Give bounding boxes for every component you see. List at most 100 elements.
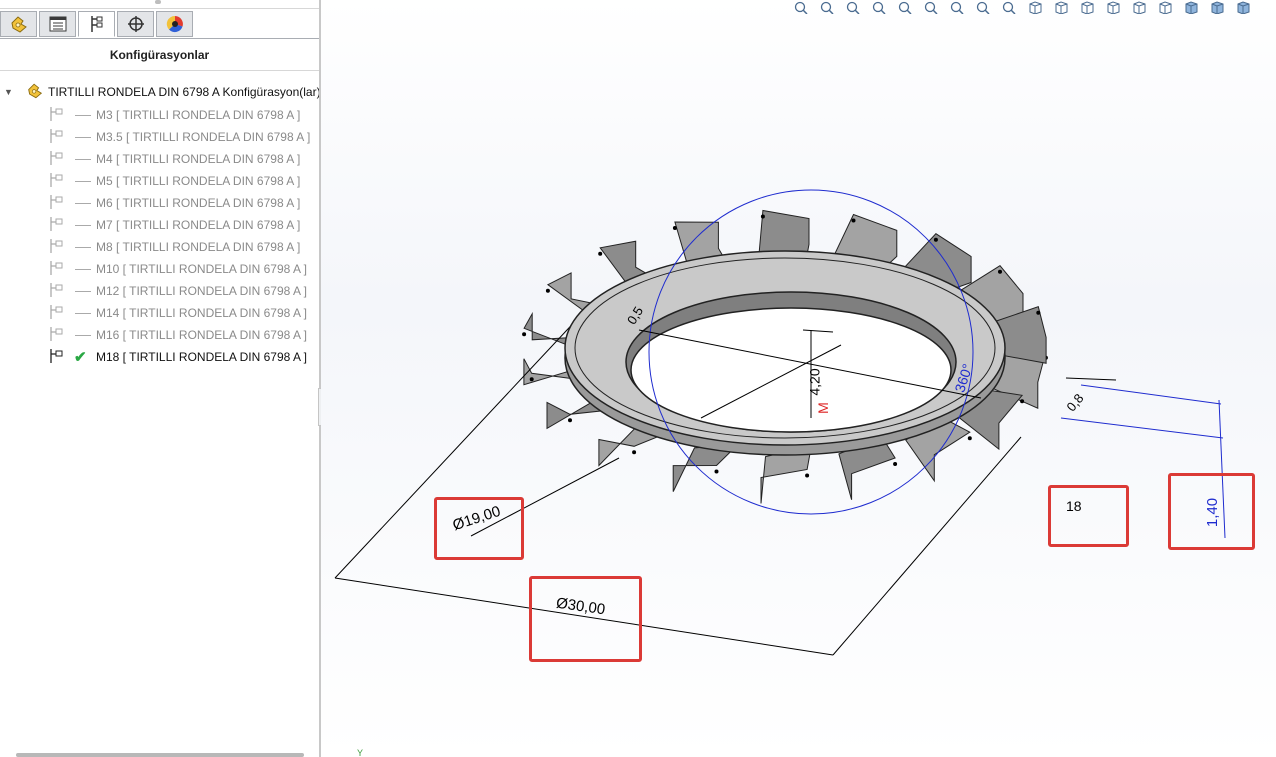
configuration-icon: [49, 128, 65, 146]
sketch-point: [714, 469, 719, 474]
tree-connector: [75, 114, 91, 116]
highlight-inner-diameter: [434, 497, 524, 560]
collapse-arrow-icon[interactable]: ▼: [4, 87, 18, 97]
highlight-outer-diameter: [529, 576, 642, 662]
configuration-icon: [49, 194, 65, 212]
configuration-item-label: M12 [ TIRTILLI RONDELA DIN 6798 A ]: [96, 284, 307, 298]
configuration-root-label: TIRTILLI RONDELA DIN 6798 A Konfigürasyo…: [48, 85, 328, 99]
configuration-item-label: M7 [ TIRTILLI RONDELA DIN 6798 A ]: [96, 218, 301, 232]
configuration-icon: [90, 16, 102, 32]
configuration-item-label: M18 [ TIRTILLI RONDELA DIN 6798 A ]: [96, 350, 307, 364]
configuration-item[interactable]: M5 [ TIRTILLI RONDELA DIN 6798 A ]: [0, 170, 319, 192]
panel-grip[interactable]: [155, 0, 161, 4]
configuration-item-label: M10 [ TIRTILLI RONDELA DIN 6798 A ]: [96, 262, 307, 276]
part-icon: [10, 16, 27, 33]
tab-property-manager[interactable]: [39, 11, 76, 37]
sketch-label: M: [814, 402, 831, 414]
panel-title: Konfigürasyonlar: [109, 48, 210, 62]
inner-bore: [630, 307, 952, 433]
sketch-point: [933, 237, 938, 242]
configuration-item[interactable]: M8 [ TIRTILLI RONDELA DIN 6798 A ]: [0, 236, 319, 258]
active-checkmark-icon: ✔: [74, 349, 87, 366]
sketch-point: [545, 288, 550, 293]
tree-connector: [75, 224, 91, 226]
sketch-point: [760, 214, 765, 219]
panel-top-divider: [0, 8, 319, 9]
side-extension: [1065, 377, 1117, 381]
configuration-item[interactable]: M16 [ TIRTILLI RONDELA DIN 6798 A ]: [0, 324, 319, 346]
tree-connector: [75, 158, 91, 160]
title-divider: [0, 70, 319, 71]
configuration-item[interactable]: M7 [ TIRTILLI RONDELA DIN 6798 A ]: [0, 214, 319, 236]
sketch-point: [672, 226, 677, 230]
tree-connector: [75, 334, 91, 336]
sketch-point: [529, 377, 534, 382]
configuration-item[interactable]: M3 [ TIRTILLI RONDELA DIN 6798 A ]: [0, 104, 319, 126]
configuration-item-label: M14 [ TIRTILLI RONDELA DIN 6798 A ]: [96, 306, 307, 320]
configuration-item-label: M3 [ TIRTILLI RONDELA DIN 6798 A ]: [96, 108, 301, 122]
configuration-item[interactable]: M3.5 [ TIRTILLI RONDELA DIN 6798 A ]: [0, 126, 319, 148]
tree-connector: [75, 290, 91, 292]
sketch-point: [967, 436, 972, 441]
graphics-area[interactable]: Ø19,00 Ø30,00 18 1,40 4,20 360° 0,5 0,8 …: [321, 0, 1276, 757]
tree-connector: [75, 180, 91, 182]
highlight-teeth-count: [1048, 485, 1129, 547]
configuration-icon: [49, 326, 65, 344]
horizontal-scrollbar[interactable]: [16, 753, 304, 757]
sketch-point: [805, 473, 810, 478]
highlight-thickness: [1168, 473, 1255, 550]
configuration-icon: [49, 282, 65, 300]
configuration-list: M3 [ TIRTILLI RONDELA DIN 6798 A ] M3.5 […: [0, 104, 319, 368]
configuration-item[interactable]: M6 [ TIRTILLI RONDELA DIN 6798 A ]: [0, 192, 319, 214]
washer-model[interactable]: [321, 0, 1276, 757]
configuration-item-label: M3.5 [ TIRTILLI RONDELA DIN 6798 A ]: [96, 130, 311, 144]
part-icon: [26, 82, 44, 102]
configuration-icon: [49, 106, 65, 124]
configuration-icon: [49, 216, 65, 234]
configuration-item[interactable]: M14 [ TIRTILLI RONDELA DIN 6798 A ]: [0, 302, 319, 324]
configuration-root-node[interactable]: ▼ TIRTILLI RONDELA DIN 6798 A Konfigüras…: [4, 82, 328, 102]
tab-configuration-manager[interactable]: [78, 11, 115, 37]
sketch-point: [998, 269, 1002, 274]
sketch-point: [598, 251, 603, 256]
configuration-icon: [49, 348, 65, 366]
configuration-icon: [49, 172, 65, 190]
sketch-point: [1020, 399, 1025, 404]
configuration-item-label: M6 [ TIRTILLI RONDELA DIN 6798 A ]: [96, 196, 301, 210]
configuration-icon: [49, 150, 65, 168]
tree-connector: [75, 136, 91, 138]
crosshair-icon: [127, 16, 144, 32]
configuration-item-label: M4 [ TIRTILLI RONDELA DIN 6798 A ]: [96, 152, 301, 166]
sketch-point: [632, 450, 637, 455]
configuration-icon: [49, 260, 65, 278]
tab-feature-manager[interactable]: [0, 11, 37, 37]
thickness-extension-bottom: [1060, 417, 1224, 439]
sketch-point: [522, 332, 527, 337]
sketch-point: [851, 218, 856, 223]
tab-display-manager[interactable]: [156, 11, 193, 37]
sketch-point: [568, 418, 572, 423]
thickness-extension-top: [1080, 384, 1222, 405]
tree-connector: [75, 202, 91, 204]
origin-y-axis-label: Y: [357, 748, 364, 757]
configuration-item-label: M8 [ TIRTILLI RONDELA DIN 6798 A ]: [96, 240, 301, 254]
configuration-item-label: M5 [ TIRTILLI RONDELA DIN 6798 A ]: [96, 174, 301, 188]
tab-strip-border: [0, 38, 319, 39]
configuration-item-label: M16 [ TIRTILLI RONDELA DIN 6798 A ]: [96, 328, 307, 342]
property-list-icon: [49, 16, 66, 32]
tree-connector: [75, 312, 91, 314]
manager-tabs: [0, 11, 193, 39]
configuration-item[interactable]: ✔ M18 [ TIRTILLI RONDELA DIN 6798 A ]: [0, 346, 319, 368]
configuration-item[interactable]: M10 [ TIRTILLI RONDELA DIN 6798 A ]: [0, 258, 319, 280]
configuration-item[interactable]: M4 [ TIRTILLI RONDELA DIN 6798 A ]: [0, 148, 319, 170]
configuration-manager-panel: Konfigürasyonlar ▼ TIRTILLI RONDELA DIN …: [0, 0, 328, 757]
configuration-item[interactable]: M12 [ TIRTILLI RONDELA DIN 6798 A ]: [0, 280, 319, 302]
color-wheel-icon: [166, 15, 183, 33]
configuration-icon: [49, 304, 65, 322]
tree-connector: [75, 246, 91, 248]
center-height-dimension[interactable]: 4,20: [807, 368, 823, 395]
sketch-point: [1036, 310, 1041, 315]
configuration-icon: [49, 238, 65, 256]
tab-dimxpert-manager[interactable]: [117, 11, 154, 37]
tree-connector: [75, 268, 91, 270]
